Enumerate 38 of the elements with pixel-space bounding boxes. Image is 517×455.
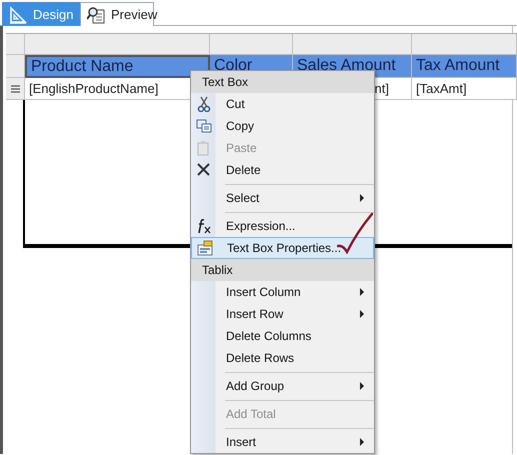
submenu-arrow-icon: [360, 438, 364, 446]
menu-section-title: Tablix: [191, 259, 374, 281]
column-handle[interactable]: [210, 34, 293, 55]
header-cell[interactable]: Product Name: [25, 55, 210, 78]
table-cell: [TaxAmt]: [412, 78, 517, 100]
menu-item[interactable]: Cut: [191, 93, 374, 115]
menu-item[interactable]: Delete Columns: [191, 325, 374, 347]
paste-icon: [196, 140, 212, 156]
menu-item[interactable]: Copy: [191, 115, 374, 137]
menu-item[interactable]: Select: [191, 187, 374, 209]
menu-item[interactable]: Text Box Properties...: [191, 237, 374, 259]
menu-section-title: Text Box: [191, 71, 374, 93]
magnifier-page-icon: [87, 6, 105, 24]
submenu-arrow-icon: [360, 310, 364, 318]
menu-item[interactable]: Delete Rows: [191, 347, 374, 369]
column-handle[interactable]: [293, 34, 412, 55]
submenu-arrow-icon: [360, 382, 364, 390]
row-handle[interactable]: [6, 55, 25, 78]
menu-item[interactable]: Add Group: [191, 375, 374, 397]
menu-item[interactable]: Insert: [191, 431, 374, 453]
submenu-arrow-icon: [360, 194, 364, 202]
menu-item[interactable]: Expression...: [191, 215, 374, 237]
column-handle[interactable]: [25, 34, 210, 55]
scissors-icon: [196, 96, 212, 112]
ruler-icon: [9, 6, 27, 24]
submenu-arrow-icon: [360, 288, 364, 296]
column-handle[interactable]: [412, 34, 517, 55]
copy-icon: [196, 118, 212, 134]
function-icon: [196, 218, 212, 234]
header-cell[interactable]: Tax Amount: [412, 55, 517, 78]
lines-icon: [10, 84, 20, 92]
menu-item[interactable]: Insert Row: [191, 303, 374, 325]
corner-handle[interactable]: [6, 34, 25, 55]
menu-item[interactable]: Insert Column: [191, 281, 374, 303]
menu-item[interactable]: Delete: [191, 159, 374, 181]
properties-icon: [196, 240, 212, 256]
row-handle[interactable]: [6, 78, 25, 100]
delete-icon: [196, 162, 212, 178]
